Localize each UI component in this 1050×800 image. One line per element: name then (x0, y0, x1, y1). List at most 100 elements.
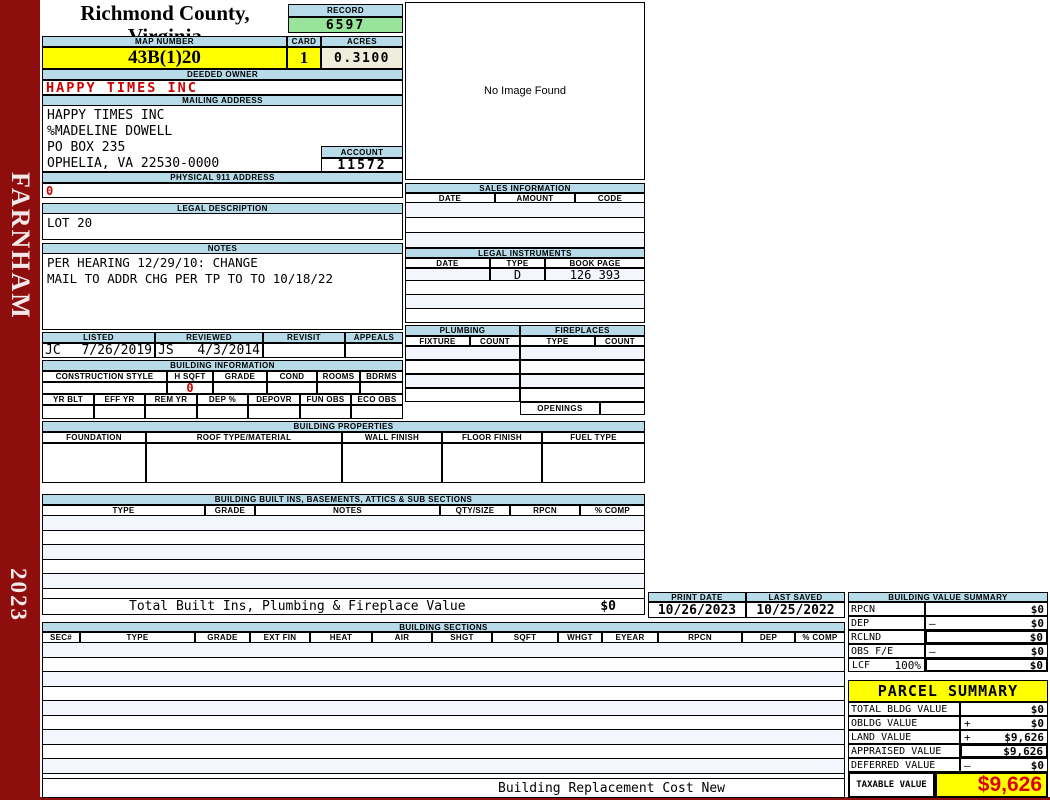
col-fun-obs: FUN OBS (300, 394, 351, 405)
sales-col-date: DATE (405, 193, 495, 203)
record-number: 6597 (288, 17, 403, 33)
bvs-row-rclnd: RCLND $0 (848, 630, 1048, 644)
bvs-pct-lcf: 100% (895, 659, 922, 672)
grade-cell (213, 382, 267, 394)
eff-yr-cell (94, 405, 145, 419)
legal-instruments-header: DATE TYPE BOOK PAGE (405, 258, 645, 268)
fp-col-count: COUNT (595, 336, 645, 346)
bvs-value-dep: $0 (1031, 617, 1044, 630)
bvs-row-dep: DEP –$0 (848, 616, 1048, 630)
col-eff-yr: EFF YR (94, 394, 145, 405)
building-info-value-2 (42, 405, 403, 419)
legal-instrument-row: D 126 393 (405, 268, 645, 281)
col-depovr: DEPOVR (248, 394, 300, 405)
building-value-summary-table: RPCN $0 DEP –$0 RCLND $0 OBS F/E –$0 LCF… (848, 602, 1048, 672)
sales-information-title: SALES INFORMATION (405, 183, 645, 193)
col-eco-obs: ECO OBS (351, 394, 403, 405)
building-value-summary-title: BUILDING VALUE SUMMARY (848, 592, 1048, 602)
ps-value-land: $9,626 (1004, 731, 1044, 744)
visits-col-reviewed: REVIEWED (155, 332, 263, 343)
revisit-cell (263, 343, 345, 358)
col-cond: COND (267, 371, 317, 382)
listed-by: JC (45, 343, 61, 358)
listed-cell: JC 7/26/2019 (42, 343, 155, 358)
visits-col-listed: LISTED (42, 332, 155, 343)
fuel-type-cell (542, 443, 645, 483)
bdrms-cell (360, 382, 403, 394)
mailing-line-1: HAPPY TIMES INC (47, 108, 402, 124)
col-rem-yr: REM YR (145, 394, 197, 405)
acres-value: 0.3100 (321, 47, 403, 69)
ps-row-appraised: APPRAISED VALUE $9,626 (848, 744, 1048, 758)
building-properties-header: FOUNDATION ROOF TYPE/MATERIAL WALL FINIS… (42, 432, 645, 443)
building-info-header-2: YR BLT EFF YR REM YR DEP % DEPOVR FUN OB… (42, 394, 403, 405)
col-bdrms: BDRMS (360, 371, 403, 382)
building-sections-empty-rows (42, 643, 845, 788)
ps-op-land: + (964, 731, 971, 744)
sales-col-amount: AMOUNT (495, 193, 575, 203)
building-sections-footer: Building Replacement Cost New (42, 778, 845, 798)
sales-empty-rows (405, 203, 645, 248)
ps-value-obldg: $0 (1031, 717, 1044, 730)
bs-col-shgt: SHGT (432, 632, 492, 643)
li-col-type: TYPE (490, 258, 545, 268)
li-col-date: DATE (405, 258, 490, 268)
ps-value-deferred: $0 (1031, 759, 1044, 772)
notes-line-2: MAIL TO ADDR CHG PER TP TO TO 10/18/22 (47, 271, 402, 287)
ps-row-obldg: OBLDG VALUE +$0 (848, 716, 1048, 730)
bs-col-sec: SEC# (42, 632, 80, 643)
mailing-line-2: %MADELINE DOWELL (47, 124, 402, 140)
fp-col-type: TYPE (520, 336, 595, 346)
roof-type-cell (146, 443, 342, 483)
bvs-row-lcf: LCF100% $0 (848, 658, 1048, 672)
district-name-label: FARNHAM (5, 172, 35, 320)
floor-finish-cell (442, 443, 542, 483)
reviewed-cell: JS 4/3/2014 (155, 343, 263, 358)
visits-col-appeals: APPEALS (345, 332, 403, 343)
plumbing-fireplaces-header: FIXTURE COUNT TYPE COUNT (405, 336, 645, 346)
building-sections-title: BUILDING SECTIONS (42, 622, 845, 632)
bvs-label-rpcn: RPCN (848, 602, 925, 616)
openings-row: OPENINGS (520, 402, 645, 415)
reviewed-by: JS (158, 343, 174, 358)
bvs-value-obs: $0 (1031, 645, 1044, 658)
ps-label-deferred: DEFERRED VALUE (848, 758, 960, 772)
card-number-value: 1 (287, 47, 321, 69)
notes-line-1: PER HEARING 12/29/10: CHANGE (47, 255, 402, 271)
bvs-label-rclnd: RCLND (848, 630, 925, 644)
wall-finish-cell (342, 443, 442, 483)
bi-col-type: TYPE (42, 505, 205, 516)
taxable-value-amount: $9,626 (935, 772, 1048, 798)
construction-style-cell (42, 382, 167, 394)
building-info-value-1: 0 (42, 382, 403, 394)
bvs-value-rclnd: $0 (1030, 631, 1043, 644)
no-image-text: No Image Found (484, 85, 566, 97)
bs-col-ext-fin: EXT FIN (250, 632, 310, 643)
openings-label: OPENINGS (520, 402, 600, 415)
pl-col-fixture: FIXTURE (405, 336, 470, 346)
parcel-summary-table: TOTAL BLDG VALUE $0 OBLDG VALUE +$0 LAND… (848, 702, 1048, 772)
acres-label: ACRES (321, 36, 403, 47)
bs-col-dep: DEP (742, 632, 795, 643)
building-info-header-1: CONSTRUCTION STYLE H SQFT GRADE COND ROO… (42, 371, 403, 382)
last-saved-value: 10/25/2022 (746, 602, 845, 618)
rem-yr-cell (145, 405, 197, 419)
plumbing-title: PLUMBING (405, 325, 520, 336)
county-header: Richmond County, Virginia Commissioner o… (42, 2, 288, 36)
building-sections-header: SEC# TYPE GRADE EXT FIN HEAT AIR SHGT SQ… (42, 632, 845, 643)
taxable-value-label: TAXABLE VALUE (848, 772, 935, 798)
bi-col-grade: GRADE (205, 505, 255, 516)
bvs-label-dep: DEP (848, 616, 925, 630)
col-wall-finish: WALL FINISH (342, 432, 442, 443)
built-ins-total-label: Total Built Ins, Plumbing & Fireplace Va… (43, 599, 466, 614)
sales-header: DATE AMOUNT CODE (405, 193, 645, 203)
reviewed-date: 4/3/2014 (197, 343, 260, 358)
ps-row-deferred: DEFERRED VALUE –$0 (848, 758, 1048, 772)
bs-col-pct-comp: % COMP (795, 632, 845, 643)
building-properties-title: BUILDING PROPERTIES (42, 421, 645, 432)
map-number-value: 43B(1)20 (42, 47, 287, 69)
depovr-cell (248, 405, 300, 419)
col-rooms: ROOMS (317, 371, 360, 382)
bs-col-sqft: SQFT (492, 632, 558, 643)
building-information-title: BUILDING INFORMATION (42, 360, 403, 371)
